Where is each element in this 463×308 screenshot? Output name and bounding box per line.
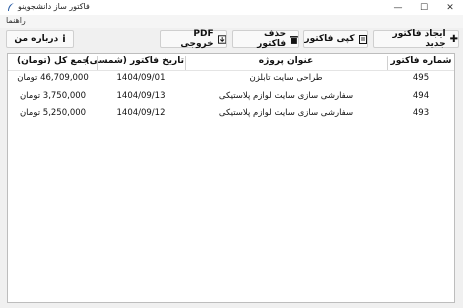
column-separator[interactable] [185,56,186,70]
column-header-invoice-date[interactable]: تاریخ فاکتور (شمسی) [86,56,184,70]
minimize-button[interactable]: — [385,0,411,15]
column-header-invoice-number[interactable]: شماره فاکتور [388,56,454,70]
cell-total: 46,709,000 تومان [17,73,89,83]
delete-invoice-button[interactable]: حذف فاکتور [232,29,299,49]
column-header-project-title[interactable]: عنوان پروژه [186,56,386,70]
new-invoice-button[interactable]: ✚ ایجاد فاکتور جدید [373,29,459,49]
minimize-icon: — [393,2,403,13]
plus-icon: ✚ [449,33,458,45]
window-titlebar: فاکتور ساز دانشجوینو — ☐ ✕ [0,0,463,16]
trash-icon [290,35,298,44]
cell-invoice-number: 494 [412,91,430,101]
cell-project-title: سفارشی سازی سایت لوازم پلاستیکی [218,91,354,101]
delete-invoice-label: حذف فاکتور [257,29,287,49]
maximize-button[interactable]: ☐ [411,0,437,15]
close-button[interactable]: ✕ [437,0,463,15]
menu-help[interactable]: راهنما [6,16,26,25]
cell-project-title: سفارشی سازی سایت لوازم پلاستیکی [218,108,354,118]
cell-invoice-date: 1404/09/01 [116,73,166,83]
cell-total: 3,750,000 تومان [19,91,87,101]
export-pdf-label: PDF خروجی [180,29,214,49]
menu-bar: راهنما [0,15,463,28]
copy-invoice-label: کپی فاکتور [304,34,355,44]
cell-invoice-date: 1404/09/13 [116,91,166,101]
header-divider [8,70,454,71]
column-header-total[interactable]: جمع کل (تومان) [10,56,96,70]
cell-project-title: طراحی سایت تابلزن [249,73,323,83]
info-icon: i [62,33,66,45]
cell-invoice-date: 1404/09/12 [116,108,166,118]
copy-invoice-button[interactable]: کپی فاکتور [303,30,368,48]
feather-app-icon [8,3,14,11]
about-label: درباره من [14,34,59,44]
download-icon [217,34,226,44]
copy-icon [358,34,367,44]
cell-invoice-number: 493 [412,108,430,118]
new-invoice-label: ایجاد فاکتور جدید [392,29,446,49]
cell-total: 5,250,000 تومان [19,108,87,118]
maximize-icon: ☐ [419,2,429,13]
about-button[interactable]: i درباره من [6,30,74,48]
close-icon: ✕ [446,2,454,13]
export-pdf-button[interactable]: PDF خروجی [160,29,227,49]
invoice-table[interactable]: شماره فاکتور عنوان پروژه تاریخ فاکتور (ش… [7,53,455,303]
cell-invoice-number: 495 [412,73,430,83]
column-separator[interactable] [387,56,388,70]
column-separator[interactable] [97,56,98,70]
window-title: فاکتور ساز دانشجوینو [18,2,90,11]
